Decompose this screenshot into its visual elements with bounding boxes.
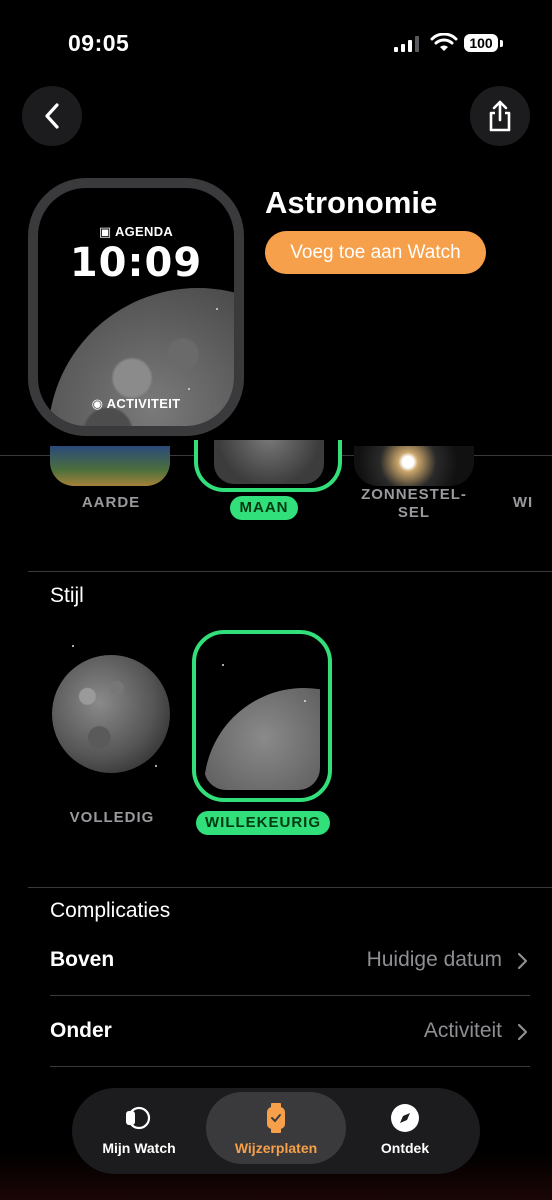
watch-icon bbox=[126, 1106, 151, 1130]
style-label-full[interactable]: VOLLEDIG bbox=[50, 809, 174, 826]
tab-label-discover: Ontdek bbox=[380, 1140, 430, 1156]
tab-label-my-watch: Mijn Watch bbox=[102, 1140, 176, 1156]
row-label-top: Boven bbox=[50, 948, 115, 971]
activity-rings-icon: ◉ bbox=[91, 396, 107, 411]
face-thumbnail-solar-system[interactable] bbox=[354, 446, 474, 486]
chevron-right-icon bbox=[517, 1023, 528, 1041]
tab-watch-faces[interactable]: Wijzerplaten bbox=[206, 1092, 346, 1164]
row-label-bottom: Onder bbox=[50, 1019, 112, 1042]
style-label-random[interactable]: WILLEKEURIG bbox=[196, 811, 330, 835]
face-thumbnail-moon[interactable] bbox=[194, 440, 342, 492]
face-thumbnail-earth[interactable] bbox=[50, 446, 170, 486]
complications-section-title: Complicaties bbox=[50, 899, 171, 922]
watch-time: 10:09 bbox=[69, 240, 203, 286]
back-button[interactable] bbox=[22, 86, 82, 146]
tab-bar: Mijn Watch Wijzerplaten Ontdek bbox=[72, 1088, 480, 1174]
watch-face-icon bbox=[267, 1103, 285, 1133]
style-option-full[interactable] bbox=[52, 655, 170, 773]
calendar-icon: ▣ bbox=[98, 224, 115, 239]
battery-level: 100 bbox=[464, 34, 498, 52]
complication-row-top[interactable]: Boven Huidige datum bbox=[50, 940, 530, 982]
wifi-icon bbox=[430, 33, 458, 51]
add-to-watch-button[interactable]: Voeg toe aan Watch bbox=[265, 231, 486, 274]
face-label-moon[interactable]: MAAN bbox=[230, 496, 298, 520]
chevron-left-icon bbox=[45, 103, 59, 129]
status-time: 09:05 bbox=[68, 30, 130, 56]
cellular-signal-icon bbox=[394, 36, 419, 52]
tab-my-watch[interactable]: Mijn Watch bbox=[72, 1088, 206, 1174]
row-value-top: Huidige datum bbox=[366, 948, 502, 971]
watch-face-preview: ▣ AGENDA 10:09 ◉ ACTIVITEIT bbox=[28, 178, 244, 436]
tab-label-watch-faces: Wijzerplaten bbox=[234, 1140, 318, 1156]
row-value-bottom: Activiteit bbox=[423, 1019, 502, 1042]
style-option-random[interactable] bbox=[192, 630, 332, 802]
style-section-title: Stijl bbox=[50, 584, 84, 607]
page-title: Astronomie bbox=[265, 185, 438, 220]
face-label-partial[interactable]: WI bbox=[508, 494, 538, 511]
share-icon bbox=[489, 100, 511, 132]
watch-bottom-complication: ◉ ACTIVITEIT bbox=[91, 396, 181, 411]
face-label-solar-system[interactable]: ZONNESTEL- SEL bbox=[352, 486, 476, 522]
chevron-right-icon bbox=[517, 952, 528, 970]
complication-row-bottom[interactable]: Onder Activiteit bbox=[50, 1011, 530, 1053]
share-button[interactable] bbox=[470, 86, 530, 146]
battery-indicator: 100 bbox=[464, 34, 504, 54]
compass-icon bbox=[391, 1104, 419, 1132]
face-label-earth[interactable]: AARDE bbox=[50, 494, 172, 511]
tab-discover[interactable]: Ontdek bbox=[338, 1088, 472, 1174]
watch-top-complication: ▣ AGENDA bbox=[98, 224, 174, 239]
